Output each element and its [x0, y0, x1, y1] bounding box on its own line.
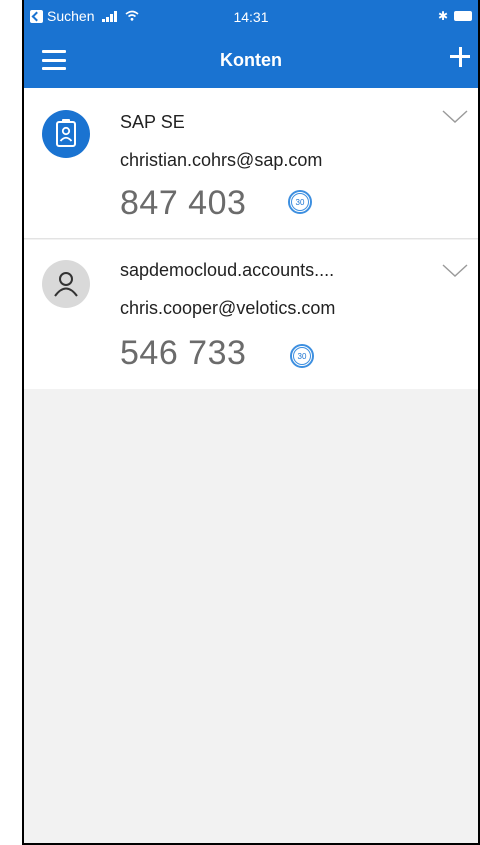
person-icon [42, 260, 90, 308]
nav-bar: Konten [24, 36, 478, 88]
page-title: Konten [220, 50, 282, 70]
account-name: SAP SE [120, 112, 185, 132]
countdown-seconds: 30 [293, 347, 311, 365]
status-bar: Suchen 14:31 ✱ [24, 0, 478, 36]
app-header: Suchen 14:31 ✱ Konten [24, 0, 478, 88]
countdown-timer-icon: 30 [290, 344, 314, 368]
countdown-seconds: 30 [291, 193, 309, 211]
battery-icon [454, 11, 472, 21]
verification-code: 847 403 [120, 184, 247, 222]
verification-code: 546 733 [120, 334, 247, 372]
status-time: 14:31 [233, 9, 269, 25]
account-email: chris.cooper@velotics.com [120, 298, 336, 318]
chevron-down-icon[interactable] [442, 264, 468, 278]
add-account-icon[interactable] [448, 45, 472, 69]
account-item[interactable]: sapdemocloud.accounts.... chris.cooper@v… [24, 240, 478, 389]
chevron-down-icon[interactable] [442, 110, 468, 124]
empty-list-area [24, 390, 478, 843]
account-name: sapdemocloud.accounts.... [120, 260, 335, 280]
bluetooth-icon: ✱ [437, 9, 448, 23]
app-window: Suchen 14:31 ✱ Konten SAP SE christian.c… [22, 0, 480, 845]
account-email: christian.cohrs@sap.com [120, 150, 323, 170]
id-badge-icon [42, 110, 90, 158]
account-item[interactable]: SAP SE christian.cohrs@sap.com 847 403 3… [24, 88, 478, 239]
status-indicators: ✱ [438, 9, 472, 23]
countdown-timer-icon: 30 [288, 190, 312, 214]
